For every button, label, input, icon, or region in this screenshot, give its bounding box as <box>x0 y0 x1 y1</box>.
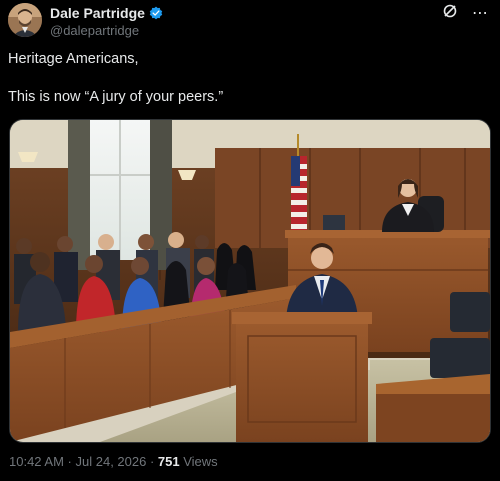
profile-photo-icon <box>8 3 42 37</box>
courtroom-image-icon <box>10 120 490 442</box>
tweet-meta: 10:42 AM · Jul 24, 2026 · 751 Views <box>9 454 218 469</box>
tweet-time[interactable]: 10:42 AM <box>9 454 64 469</box>
verified-badge-icon <box>149 6 163 20</box>
avatar[interactable] <box>8 3 42 37</box>
author-display-name[interactable]: Dale Partridge <box>50 5 145 21</box>
view-count: 751 <box>157 454 180 469</box>
author-handle[interactable]: @dalepartridge <box>50 23 163 38</box>
meta-separator: · <box>63 454 76 469</box>
tweet-media[interactable] <box>9 119 491 443</box>
author-names: Dale Partridge @dalepartridge <box>50 5 163 38</box>
tweet-actions: ⋯ <box>442 3 488 24</box>
tweet-line-1: Heritage Americans, <box>8 51 139 67</box>
tweet-line-2: This is now “A jury of your peers.” <box>8 89 224 105</box>
tweet-date[interactable]: Jul 24, 2026 <box>76 454 147 469</box>
tweet-text: Heritage Americans, This is now “A jury … <box>8 50 492 107</box>
grok-icon[interactable] <box>442 3 458 24</box>
more-icon[interactable]: ⋯ <box>472 5 488 23</box>
meta-separator: · <box>146 454 158 469</box>
tweet-header: Dale Partridge @dalepartridge ⋯ <box>8 3 492 39</box>
view-label: Views <box>179 454 218 469</box>
